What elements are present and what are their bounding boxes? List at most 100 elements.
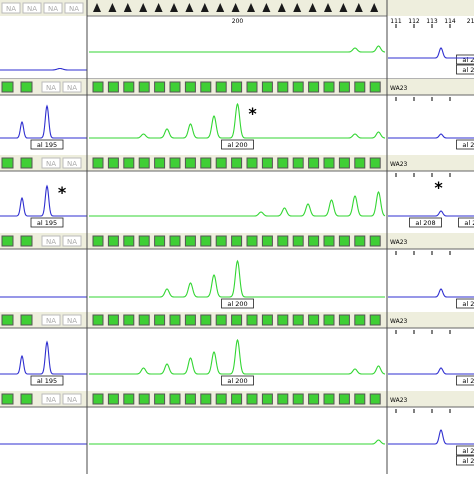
bin-marker-green-icon [155, 82, 165, 92]
tick-label: 113 [426, 18, 438, 25]
allele-label: al 200 [222, 140, 254, 149]
allele-label-text: al 195 [37, 219, 57, 227]
bin-marker-green-icon [339, 158, 349, 168]
na-label: NA [67, 160, 77, 168]
bin-marker-green-icon [309, 236, 319, 246]
bin-marker-green-icon [201, 236, 211, 246]
blue-trace [388, 211, 474, 216]
allele-label-text: al 208 [415, 219, 435, 227]
bin-marker-green-icon [155, 394, 165, 404]
electropherogram-panel: NANANANA200210111112113114al 210al 210NA… [0, 0, 474, 474]
bin-marker-green-icon [262, 82, 272, 92]
bin-marker-green-icon [93, 315, 103, 325]
bin-marker-green-icon [185, 315, 195, 325]
bin-marker-green-icon [339, 315, 349, 325]
bin-marker-green-icon [324, 315, 334, 325]
bin-marker-green-icon [216, 236, 226, 246]
bin-marker-green-icon [124, 236, 134, 246]
tick-label: 112 [408, 18, 420, 25]
bin-marker-green-icon [21, 236, 32, 246]
bin-marker-green-icon [2, 236, 13, 246]
na-label: NA [46, 396, 56, 404]
bin-marker-green-icon [278, 394, 288, 404]
bin-marker-green-icon [2, 394, 13, 404]
bin-marker-green-icon [262, 158, 272, 168]
green-trace [89, 192, 385, 216]
bin-marker-green-icon [155, 315, 165, 325]
bin-marker-green-icon [309, 158, 319, 168]
bin-marker-green-icon [339, 82, 349, 92]
bin-marker-green-icon [247, 158, 257, 168]
bin-marker-green-icon [139, 236, 149, 246]
bin-marker-green-icon [355, 82, 365, 92]
header-right [387, 0, 474, 16]
blue-trace [0, 342, 87, 374]
marker-tag: WA23 [390, 85, 408, 92]
na-label: NA [69, 5, 79, 13]
bin-marker-green-icon [216, 158, 226, 168]
bin-marker-green-icon [170, 82, 180, 92]
bin-marker-green-icon [278, 236, 288, 246]
bin-marker-green-icon [185, 82, 195, 92]
bin-marker-green-icon [324, 394, 334, 404]
allele-label: al 210 [459, 218, 474, 227]
na-label: NA [67, 84, 77, 92]
allele-label-text: al 200 [227, 300, 247, 308]
bin-marker-green-icon [201, 394, 211, 404]
bin-marker-green-icon [93, 158, 103, 168]
bin-marker-green-icon [232, 394, 242, 404]
allele-label-text: al 200 [227, 141, 247, 149]
tick-label: 200 [232, 18, 244, 25]
asterisk-mark: * [434, 178, 443, 197]
blue-trace [388, 430, 474, 444]
bin-marker-green-icon [324, 158, 334, 168]
bin-marker-green-icon [201, 315, 211, 325]
bin-marker-green-icon [355, 236, 365, 246]
bin-marker-green-icon [139, 394, 149, 404]
allele-label: al 210 [457, 65, 474, 74]
allele-label: al 210 [457, 299, 474, 308]
allele-label-text: al 195 [37, 377, 57, 385]
bin-marker-green-icon [339, 394, 349, 404]
tick-label: 111 [390, 18, 402, 25]
blue-trace [0, 186, 87, 216]
blue-trace [388, 289, 474, 297]
bin-marker-green-icon [93, 82, 103, 92]
allele-label: al 200 [222, 299, 254, 308]
bin-marker-green-icon [262, 394, 272, 404]
green-trace [89, 340, 385, 374]
allele-label-text: al 210 [462, 377, 474, 385]
bin-marker-green-icon [278, 158, 288, 168]
bin-marker-green-icon [247, 236, 257, 246]
bin-marker-green-icon [21, 315, 32, 325]
bin-marker-green-icon [324, 236, 334, 246]
allele-label: al 195 [31, 140, 63, 149]
allele-label: al 210 [457, 140, 474, 149]
allele-label: al 210 [457, 376, 474, 385]
green-trace [89, 104, 385, 138]
blue-trace [0, 106, 87, 138]
bin-marker-green-icon [247, 315, 257, 325]
bin-marker-green-icon [309, 315, 319, 325]
bin-marker-green-icon [201, 82, 211, 92]
blue-trace [388, 368, 474, 374]
bin-marker-green-icon [2, 315, 13, 325]
bin-marker-green-icon [293, 315, 303, 325]
bin-marker-green-icon [124, 82, 134, 92]
bin-marker-green-icon [278, 82, 288, 92]
tick-label: 114 [444, 18, 456, 25]
bin-marker-green-icon [278, 315, 288, 325]
allele-label: al 195 [31, 376, 63, 385]
allele-label-text: al 210 [462, 56, 474, 64]
allele-label: al 210 [457, 55, 474, 64]
bin-marker-green-icon [93, 394, 103, 404]
bin-marker-green-icon [2, 158, 13, 168]
allele-label-text: al 210 [462, 300, 474, 308]
blue-trace [0, 69, 87, 71]
bin-marker-green-icon [108, 394, 118, 404]
bin-marker-green-icon [108, 82, 118, 92]
na-label: NA [6, 5, 16, 13]
bin-marker-green-icon [339, 236, 349, 246]
na-label: NA [46, 238, 56, 246]
asterisk-mark: * [58, 183, 67, 202]
